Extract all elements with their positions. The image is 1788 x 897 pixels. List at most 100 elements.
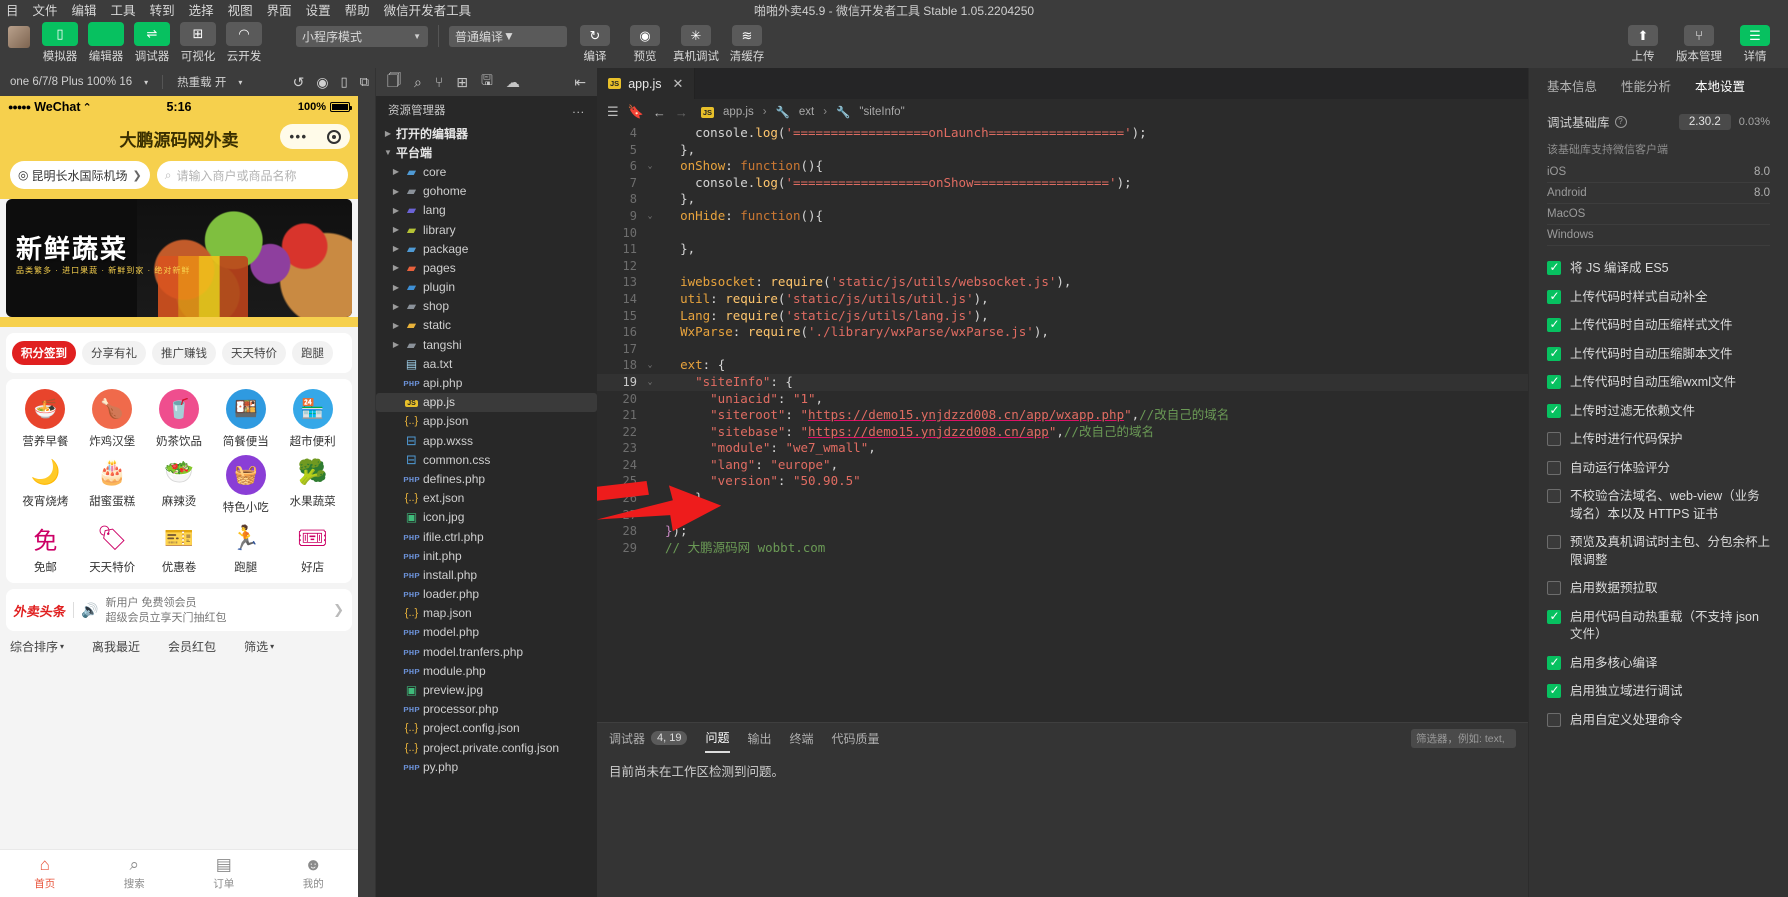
device-select[interactable]: one 6/7/8 Plus 100% 16 xyxy=(4,76,138,88)
file-tree-item-ext.json[interactable]: {..}ext.json xyxy=(376,489,597,508)
menu-bar[interactable]: 目文件编辑工具转到选择视图界面设置帮助微信开发者工具 xyxy=(0,0,471,18)
checkbox[interactable] xyxy=(1547,656,1561,670)
right-tab-性能分析[interactable]: 性能分析 xyxy=(1621,76,1671,95)
setting-option-11[interactable]: 启用代码自动热重载（不支持 json 文件） xyxy=(1547,609,1770,644)
record-icon[interactable]: ◉ xyxy=(310,74,334,91)
promo-tag-0[interactable]: 积分签到 xyxy=(12,341,76,365)
rotate-icon[interactable]: ↺ xyxy=(287,74,311,91)
checkbox[interactable] xyxy=(1547,581,1561,595)
checkbox[interactable] xyxy=(1547,318,1561,332)
menu-item-4[interactable]: 转到 xyxy=(150,0,175,19)
mode-select[interactable]: 小程序模式 ▼ xyxy=(296,26,428,47)
back-icon[interactable]: ← xyxy=(653,105,666,120)
setting-option-4[interactable]: 上传代码时自动压缩wxml文件 xyxy=(1547,374,1770,392)
checkbox[interactable] xyxy=(1547,535,1561,549)
files-icon[interactable]: 🗍 xyxy=(387,70,401,94)
file-tree-item-map.json[interactable]: {..}map.json xyxy=(376,604,597,623)
search-icon[interactable]: ⌕ xyxy=(414,74,422,91)
sort-option-离我最近[interactable]: 离我最近 xyxy=(92,638,140,655)
menu-item-3[interactable]: 工具 xyxy=(111,0,136,19)
phone-icon[interactable]: ▯ xyxy=(335,74,354,90)
phone-tab-订单[interactable]: ▤订单 xyxy=(179,850,269,897)
category-优惠卷[interactable]: 🎫优惠卷 xyxy=(146,521,213,575)
promo-tag-1[interactable]: 分享有礼 xyxy=(82,341,146,365)
menu-item-1[interactable]: 文件 xyxy=(33,0,58,19)
menu-item-8[interactable]: 设置 xyxy=(306,0,331,19)
toolbar-action-清缓存[interactable]: ≋清缓存 xyxy=(725,25,769,64)
category-简餐便当[interactable]: 🍱简餐便当 xyxy=(212,389,279,449)
chevron-right-icon[interactable]: ❯ xyxy=(333,602,344,618)
avatar[interactable] xyxy=(8,26,30,48)
category-好店[interactable]: 🎟好店 xyxy=(279,521,346,575)
branch-icon[interactable]: ⑂ xyxy=(435,74,443,90)
toolbar-button-编辑器[interactable]: 编辑器 xyxy=(86,22,126,64)
menu-item-7[interactable]: 界面 xyxy=(267,0,292,19)
phone-tab-首页[interactable]: ⌂首页 xyxy=(0,850,90,897)
setting-option-6[interactable]: 上传时进行代码保护 xyxy=(1547,431,1770,449)
file-tree-item-shop[interactable]: ▶▰shop xyxy=(376,297,597,316)
checkbox[interactable] xyxy=(1547,489,1561,503)
setting-option-14[interactable]: 启用自定义处理命令 xyxy=(1547,712,1770,730)
category-免邮[interactable]: 免免邮 xyxy=(12,521,79,575)
fold-toggle[interactable]: ⌄ xyxy=(643,208,657,225)
checkbox[interactable] xyxy=(1547,375,1561,389)
fold-toggle[interactable]: ⌄ xyxy=(643,357,657,374)
file-tree-item-core[interactable]: ▶▰core xyxy=(376,162,597,181)
screen-icon[interactable]: ⧉ xyxy=(354,74,375,90)
cloud-icon[interactable]: ☁ xyxy=(506,74,520,91)
setting-option-5[interactable]: 上传时过滤无依赖文件 xyxy=(1547,403,1770,421)
file-tree-item-model.tranfers.php[interactable]: ᴘʜᴘmodel.tranfers.php xyxy=(376,642,597,661)
setting-option-0[interactable]: 将 JS 编译成 ES5 xyxy=(1547,260,1770,278)
file-tree-item-py.php[interactable]: ᴘʜᴘpy.php xyxy=(376,757,597,776)
toolbar-action-预览[interactable]: ◉预览 xyxy=(623,25,667,64)
file-tree-item-static[interactable]: ▶▰static xyxy=(376,316,597,335)
file-tree-item-processor.php[interactable]: ᴘʜᴘprocessor.php xyxy=(376,700,597,719)
checkbox[interactable] xyxy=(1547,290,1561,304)
toolbar-action-真机调试[interactable]: ✳真机调试 xyxy=(673,25,719,64)
forward-icon[interactable]: → xyxy=(675,105,688,120)
checkbox[interactable] xyxy=(1547,610,1561,624)
breadcrumb-item-1[interactable]: ext xyxy=(799,106,814,118)
compile-select[interactable]: 普通编译 ▼ xyxy=(449,26,567,47)
setting-option-9[interactable]: 预览及真机调试时主包、分包余杯上限调整 xyxy=(1547,534,1770,569)
file-tree-item-init.php[interactable]: ᴘʜᴘinit.php xyxy=(376,546,597,565)
file-tree-item-install.php[interactable]: ᴘʜᴘinstall.php xyxy=(376,565,597,584)
bottom-tab-输出[interactable]: 输出 xyxy=(748,723,772,753)
file-tree-item-pages[interactable]: ▶▰pages xyxy=(376,258,597,277)
promo-banner[interactable]: 新鲜蔬菜 品类繁多 · 进口果蔬 · 新鲜到家 · 绝对新鲜 xyxy=(6,199,352,317)
file-tree-item-library[interactable]: ▶▰library xyxy=(376,220,597,239)
file-tree-item-project.private.config.json[interactable]: {..}project.private.config.json xyxy=(376,738,597,757)
setting-option-1[interactable]: 上传代码时样式自动补全 xyxy=(1547,289,1770,307)
toolbar-action-编译[interactable]: ↻编译 xyxy=(573,25,617,64)
file-tree-item-project.config.json[interactable]: {..}project.config.json xyxy=(376,719,597,738)
category-天天特价[interactable]: 🏷天天特价 xyxy=(79,521,146,575)
file-tree-item-icon.jpg[interactable]: ▣icon.jpg xyxy=(376,508,597,527)
help-icon[interactable]: ? xyxy=(1615,116,1627,128)
setting-option-13[interactable]: 启用独立域进行调试 xyxy=(1547,683,1770,701)
menu-item-6[interactable]: 视图 xyxy=(228,0,253,19)
sort-option-综合排序[interactable]: 综合排序▾ xyxy=(10,638,64,655)
breadcrumb-item-2[interactable]: "siteInfo" xyxy=(859,106,904,118)
file-tree-item-loader.php[interactable]: ᴘʜᴘloader.php xyxy=(376,585,597,604)
category-炸鸡汉堡[interactable]: 🍗炸鸡汉堡 xyxy=(79,389,146,449)
menu-item-5[interactable]: 选择 xyxy=(189,0,214,19)
checkbox[interactable] xyxy=(1547,404,1561,418)
file-tree-item-model.php[interactable]: ᴘʜᴘmodel.php xyxy=(376,623,597,642)
category-甜蜜蛋糕[interactable]: 🎂甜蜜蛋糕 xyxy=(79,455,146,515)
explorer-section-打开的编辑器[interactable]: ▶打开的编辑器 xyxy=(376,124,597,143)
file-tree-item-gohome[interactable]: ▶▰gohome xyxy=(376,182,597,201)
bottom-tab-终端[interactable]: 终端 xyxy=(790,723,814,753)
category-奶茶饮品[interactable]: 🥤奶茶饮品 xyxy=(146,389,213,449)
file-tree-item-preview.jpg[interactable]: ▣preview.jpg xyxy=(376,680,597,699)
menu-item-9[interactable]: 帮助 xyxy=(345,0,370,19)
hot-reload-caret-icon[interactable]: ▾ xyxy=(232,78,248,87)
collapse-icon[interactable]: ⇤ xyxy=(574,74,586,91)
menu-item-0[interactable]: 目 xyxy=(6,0,19,19)
close-target-icon[interactable] xyxy=(327,130,341,144)
checkbox[interactable] xyxy=(1547,261,1561,275)
toolbar-button-可视化[interactable]: ⊞可视化 xyxy=(178,22,218,64)
more-icon[interactable]: ••• xyxy=(289,129,307,144)
outline-icon[interactable]: ☰ xyxy=(607,104,619,120)
explorer-section-平台端[interactable]: ▼平台端 xyxy=(376,143,597,162)
setting-option-8[interactable]: 不校验合法域名、web-view（业务域名）本以及 HTTPS 证书 xyxy=(1547,488,1770,523)
